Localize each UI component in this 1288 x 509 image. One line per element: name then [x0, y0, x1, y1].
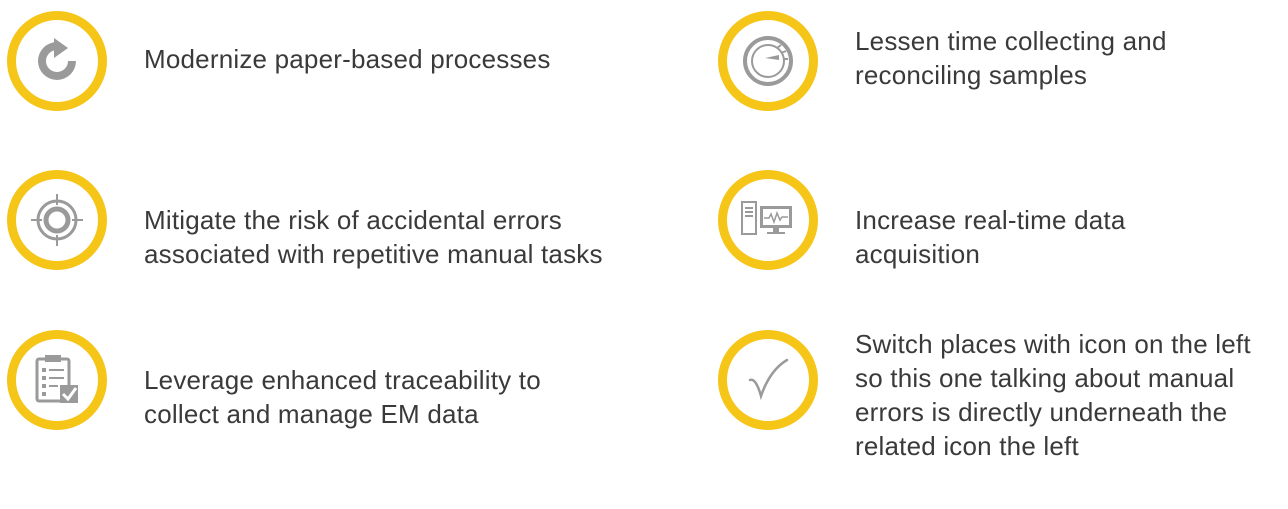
icon-ring — [718, 11, 818, 111]
benefit-line: so this one talking about manual — [855, 363, 1235, 393]
computer-monitor-icon — [741, 201, 792, 235]
benefit-line: acquisition — [855, 239, 981, 269]
benefit-text: Lessen time collecting and reconciling s… — [855, 24, 1167, 92]
benefit-line: reconciling samples — [855, 60, 1088, 90]
benefit-text: Modernize paper-based processes — [144, 42, 551, 76]
icon-ring — [7, 170, 107, 270]
speedometer-icon — [743, 36, 793, 86]
benefit-line: Leverage enhanced traceability to — [144, 365, 541, 395]
benefit-text: Leverage enhanced traceability to collec… — [144, 363, 541, 431]
benefit-line: Lessen time collecting and — [855, 26, 1167, 56]
icon-ring — [718, 330, 818, 430]
benefit-text: Mitigate the risk of accidental errors a… — [144, 203, 603, 271]
benefit-line: collect and manage EM data — [144, 399, 479, 429]
refresh-icon — [38, 38, 76, 80]
benefit-line: related icon the left — [855, 431, 1079, 461]
checklist-icon — [35, 355, 78, 403]
benefit-line: Mitigate the risk of accidental errors — [144, 205, 562, 235]
benefit-line: errors is directly underneath the — [855, 397, 1228, 427]
target-icon — [31, 194, 83, 246]
icon-ring — [7, 330, 107, 430]
checkmark-icon — [748, 358, 789, 401]
benefit-line: Modernize paper-based processes — [144, 44, 551, 74]
benefit-text: Switch places with icon on the left so t… — [855, 327, 1251, 463]
icon-ring — [7, 11, 107, 111]
benefit-line: Increase real-time data — [855, 205, 1126, 235]
benefit-line: associated with repetitive manual tasks — [144, 239, 603, 269]
benefit-line: Switch places with icon on the left — [855, 329, 1251, 359]
benefit-text: Increase real-time data acquisition — [855, 203, 1126, 271]
icon-ring — [718, 170, 818, 270]
